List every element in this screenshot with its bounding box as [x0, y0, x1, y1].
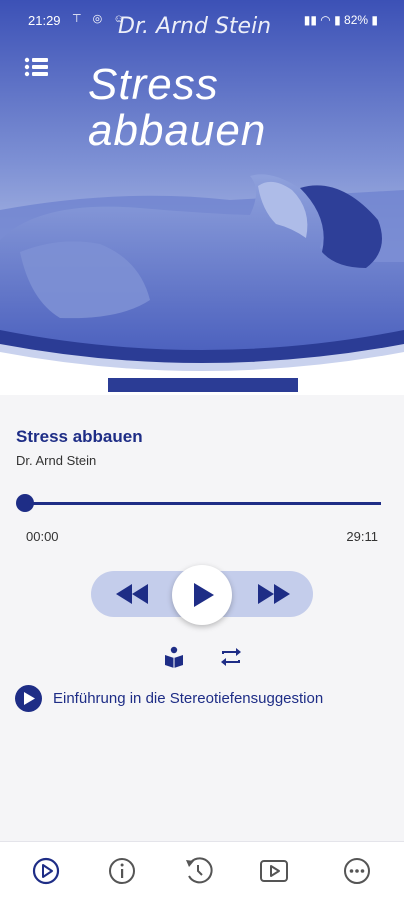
list-icon [24, 57, 48, 77]
info-icon [109, 858, 135, 884]
nav-player[interactable] [31, 856, 61, 886]
nav-more[interactable] [342, 856, 372, 886]
chapter-item[interactable]: Einführung in die Stereotiefensuggestion [15, 685, 395, 713]
reader-icon [165, 646, 183, 668]
menu-button[interactable] [23, 55, 51, 79]
nav-info[interactable] [107, 856, 137, 886]
rewind-button[interactable] [114, 582, 150, 606]
bottom-navigation [0, 841, 404, 901]
total-time: 29:11 [346, 529, 378, 544]
play-icon [24, 692, 35, 705]
status-battery: ▮▮ ◠ ▮ 82% ▮ [303, 13, 378, 27]
track-title: Stress abbauen [16, 427, 143, 446]
fast-forward-icon [258, 584, 290, 604]
hero-banner: 21:29 ⊤ ◎ ☺ ▮▮ ◠ ▮ 82% ▮ Dr. Arnd Stein … [0, 0, 404, 405]
nav-history[interactable] [183, 856, 213, 886]
hero-title: Stress abbauen [88, 62, 266, 154]
video-icon [260, 860, 288, 882]
track-author: Dr. Arnd Stein [16, 453, 97, 468]
author-overlay: Dr. Arnd Stein [118, 14, 272, 39]
hero-title-line1: Stress [88, 60, 219, 109]
chapter-play-icon[interactable] [15, 685, 42, 712]
repeat-icon [221, 648, 241, 666]
reader-mode-button[interactable] [162, 645, 186, 669]
battery-level: 82% [344, 13, 369, 27]
status-time: 21:29 [28, 13, 61, 28]
player-panel: Stress abbauen Dr. Arnd Stein 00:00 29:1… [0, 405, 404, 841]
nav-video[interactable] [259, 856, 289, 886]
current-time: 00:00 [26, 529, 59, 544]
hero-title-line2: abbauen [88, 106, 267, 155]
history-icon [186, 857, 213, 884]
chapter-label: Einführung in die Stereotiefensuggestion [53, 690, 324, 707]
fast-forward-button[interactable] [256, 582, 292, 606]
play-icon [194, 583, 214, 607]
rewind-icon [116, 584, 148, 604]
player-icon [32, 857, 60, 885]
play-button[interactable] [172, 565, 232, 625]
seek-bar[interactable] [24, 502, 381, 505]
seek-thumb[interactable] [16, 494, 34, 512]
more-icon [344, 858, 370, 884]
repeat-button[interactable] [218, 645, 244, 669]
